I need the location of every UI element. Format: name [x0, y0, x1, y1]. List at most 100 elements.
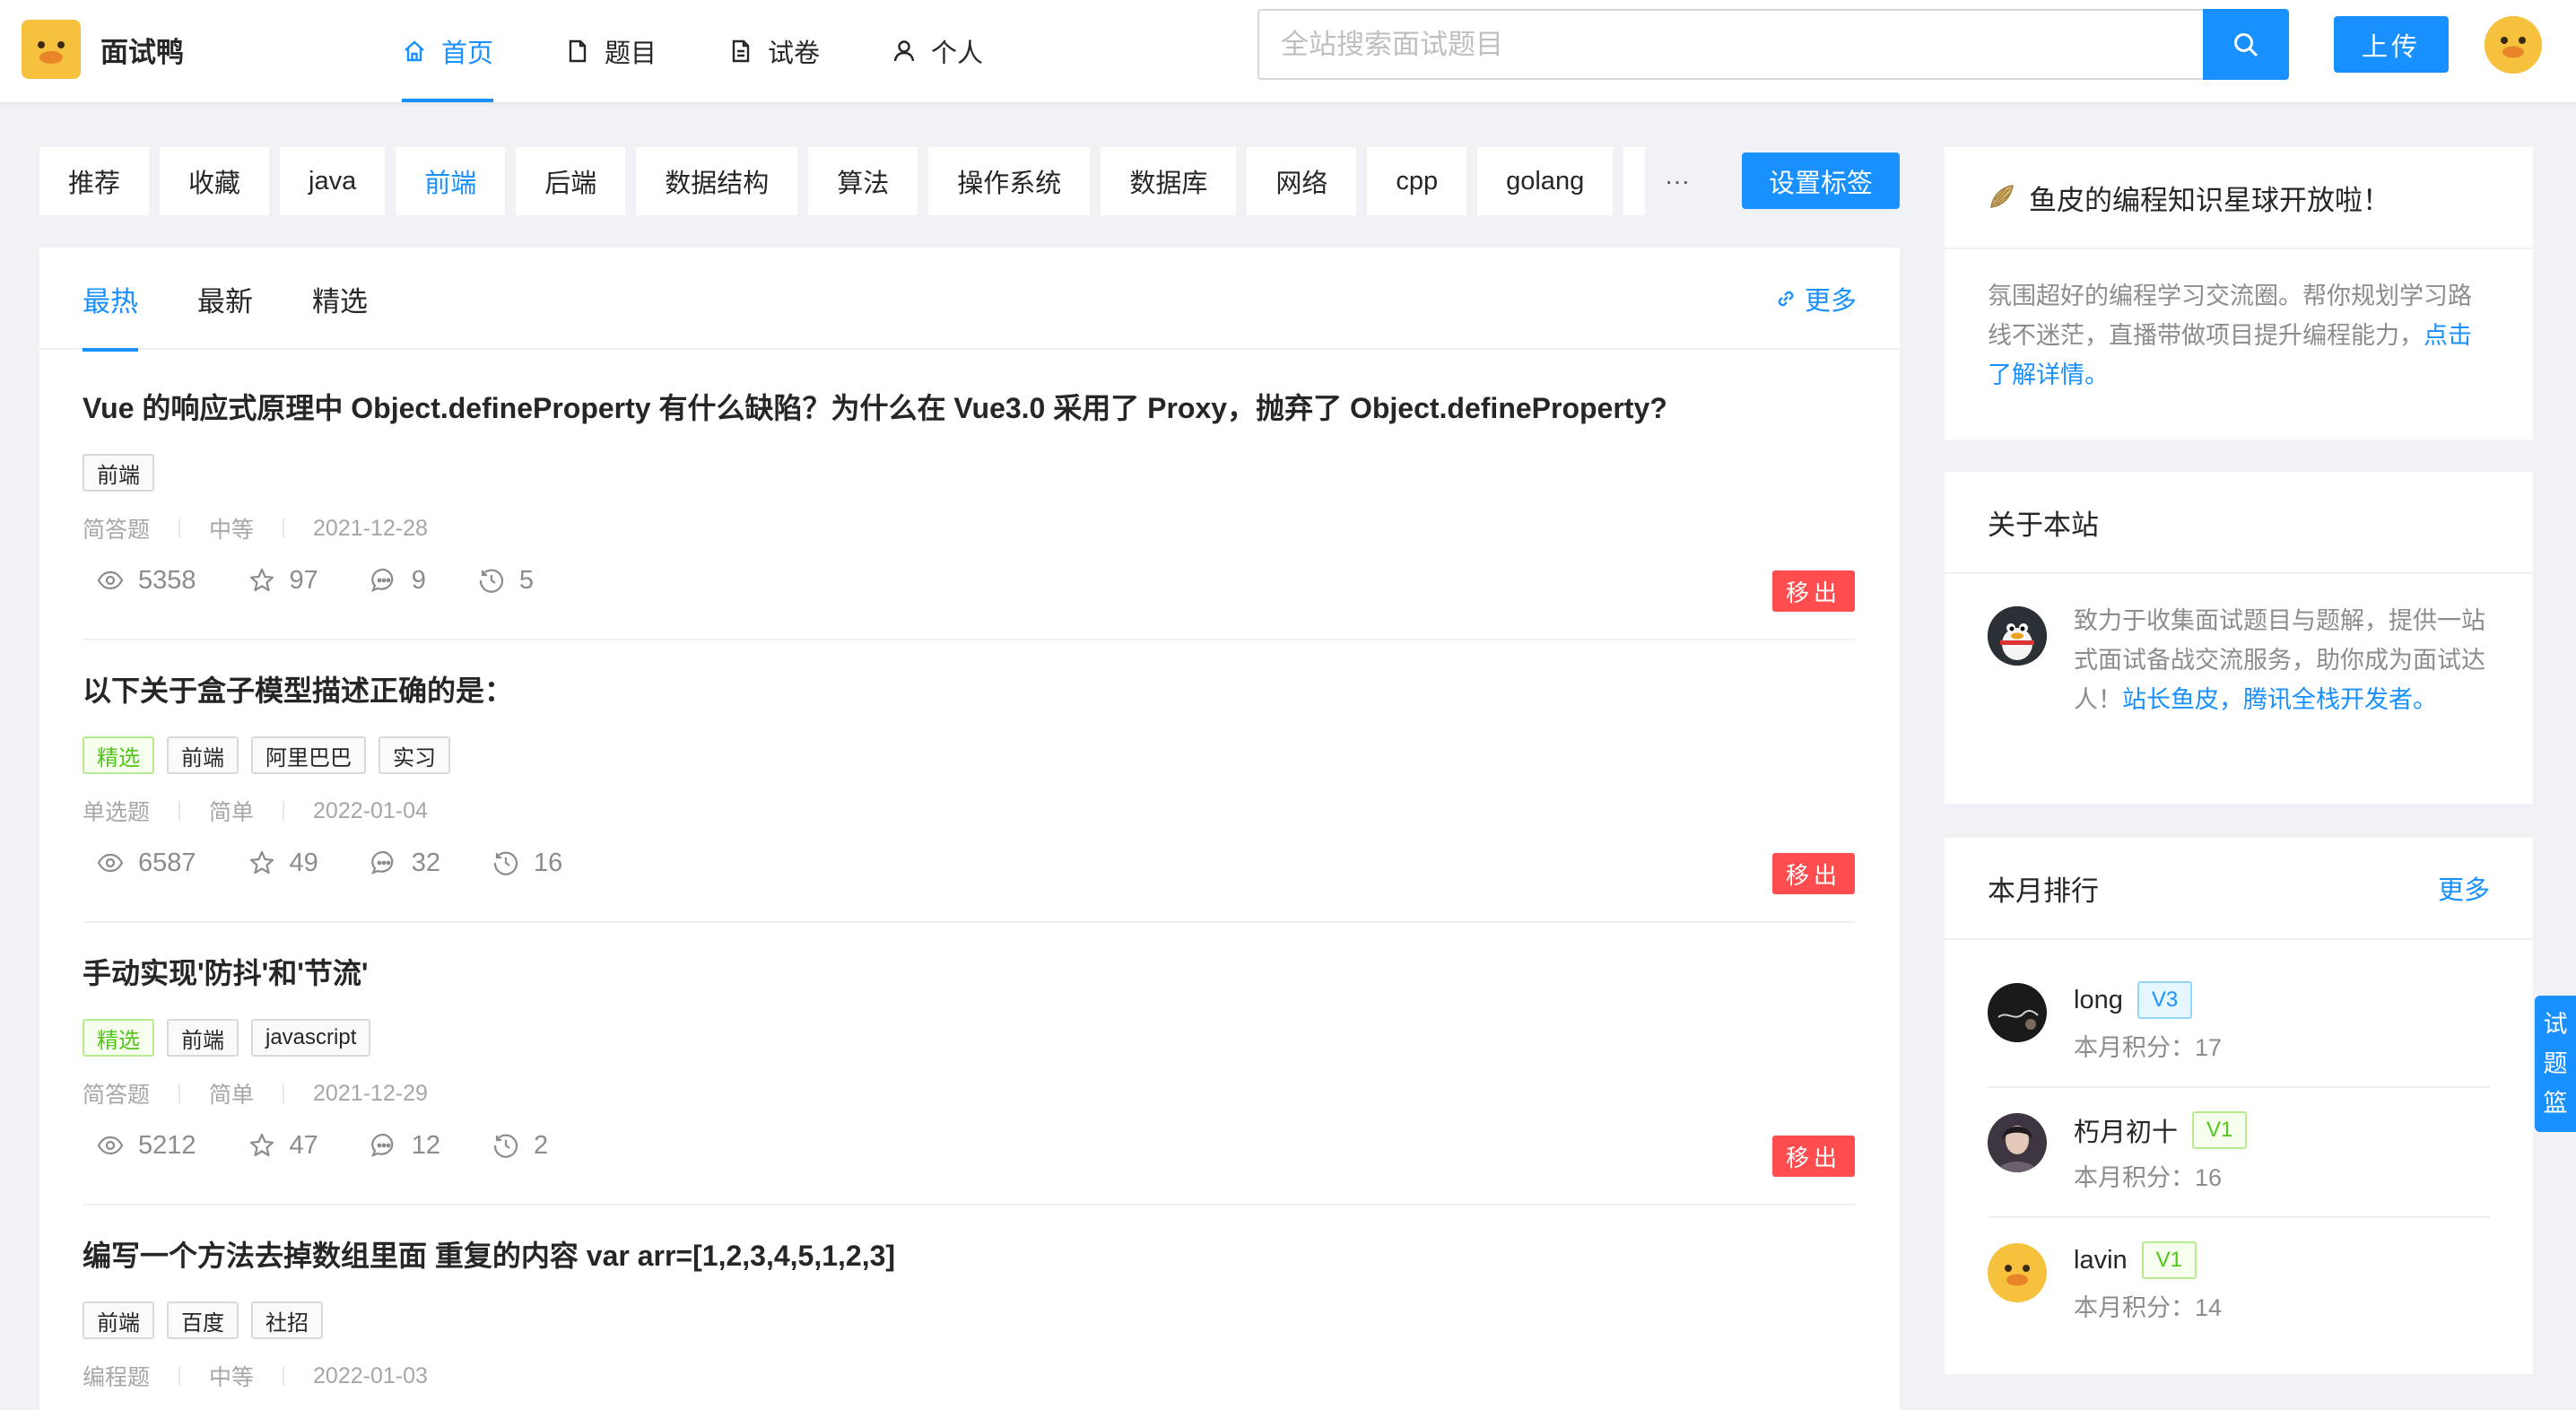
user-avatar[interactable]	[2485, 16, 2542, 74]
question-basket-button[interactable]: 试 题 篮	[2535, 996, 2576, 1132]
tag-item[interactable]: 数据库	[1101, 147, 1237, 215]
tab-hottest[interactable]: 最热	[83, 248, 138, 352]
question-tag[interactable]: 前端	[167, 736, 239, 774]
about-card: 关于本站 致力于收集面试题目与题解，提供一站式面试备战交流服务，助你成为面试达人…	[1945, 472, 2533, 804]
ranking-title: 本月排行	[1988, 875, 2099, 907]
question-item: 编写一个方法去掉数组里面 重复的内容 var arr=[1,2,3,4,5,1,…	[83, 1235, 1855, 1406]
tag-item[interactable]: 操作系统	[928, 147, 1091, 215]
comments-stat[interactable]: 12	[370, 1131, 440, 1161]
remove-button[interactable]: 移出	[1772, 570, 1855, 612]
tag-more-ellipsis[interactable]: ···	[1665, 147, 1690, 215]
ranking-item[interactable]: 朽月初十 V1 本月积分：16	[1988, 1088, 2490, 1218]
tag-item[interactable]: 后端	[516, 147, 626, 215]
top-header: 面试鸭 首页 题目 试卷 个人 上传	[0, 0, 2576, 102]
views-stat: 5358	[97, 566, 196, 596]
nav-item-home[interactable]: 首页	[377, 0, 518, 102]
favorites-stat[interactable]: 49	[248, 849, 318, 878]
comment-icon	[370, 1133, 394, 1157]
star-icon	[249, 568, 274, 592]
about-author-link[interactable]: 站长鱼皮，腾讯全栈开发者。	[2122, 686, 2437, 713]
logo[interactable]: 面试鸭	[22, 20, 184, 79]
tag-item[interactable]: 算法	[808, 147, 918, 215]
favorites-stat[interactable]: 97	[248, 566, 318, 596]
question-tag[interactable]: 阿里巴巴	[251, 736, 366, 774]
tab-newest[interactable]: 最新	[197, 248, 253, 350]
favorites-count: 97	[289, 565, 318, 595]
tag-item[interactable]: java	[280, 147, 386, 215]
comments-stat[interactable]: 32	[370, 849, 440, 878]
search-icon	[2234, 32, 2258, 57]
set-tags-button[interactable]: 设置标签	[1742, 152, 1900, 209]
tag-list: 推荐 收藏 java 前端 后端 数据结构 算法 操作系统 数据库 网络 cpp…	[39, 147, 1645, 215]
divider	[283, 1366, 285, 1386]
tag-item[interactable]: 网络	[1247, 147, 1357, 215]
ranking-username[interactable]: 朽月初十	[2074, 1111, 2178, 1149]
tag-item[interactable]: cpp	[1367, 147, 1467, 215]
ranking-item[interactable]: lavin V1 本月积分：14	[1988, 1218, 2490, 1346]
ranking-username[interactable]: long	[2074, 986, 2123, 1015]
ranking-item[interactable]: long V3 本月积分：17	[1988, 958, 2490, 1088]
remove-button[interactable]: 移出	[1772, 1136, 1855, 1177]
question-tag[interactable]: 社招	[251, 1301, 323, 1339]
question-item: 手动实现'防抖'和'节流' 精选 前端 javascript 简答题 简单 20…	[83, 953, 1855, 1205]
tag-item[interactable]: 收藏	[160, 147, 270, 215]
tag-item[interactable]: linux	[1623, 147, 1645, 215]
nav-label-papers: 试卷	[768, 39, 821, 68]
planet-text: 氛围超好的编程学习交流圈。帮你规划学习路线不迷茫，直播带做项目提升编程能力，	[1988, 283, 2472, 349]
nav-item-papers[interactable]: 试卷	[703, 0, 845, 102]
score-value: 17	[2195, 1034, 2223, 1061]
remove-button[interactable]: 移出	[1772, 853, 1855, 894]
question-tags: 精选 前端 阿里巴巴 实习	[83, 736, 1855, 774]
question-tag[interactable]: 前端	[83, 454, 154, 492]
history-count: 2	[534, 1130, 549, 1160]
ranking-info: lavin V1 本月积分：14	[2074, 1241, 2222, 1323]
featured-tag[interactable]: 精选	[83, 736, 154, 774]
history-count: 5	[518, 565, 535, 595]
question-tag[interactable]: 前端	[83, 1301, 154, 1339]
upload-button[interactable]: 上传	[2334, 16, 2449, 73]
question-tag[interactable]: javascript	[251, 1019, 371, 1057]
eye-icon	[97, 1136, 124, 1155]
nav-item-questions[interactable]: 题目	[540, 0, 682, 102]
question-tag[interactable]: 实习	[379, 736, 450, 774]
ranking-card-header: 本月排行 更多	[1945, 838, 2533, 940]
ranking-info: long V3 本月积分：17	[2074, 981, 2222, 1063]
score-value: 14	[2195, 1294, 2223, 1321]
views-stat: 6587	[97, 849, 196, 878]
nav-item-profile[interactable]: 个人	[866, 0, 1008, 102]
tag-item[interactable]: golang	[1477, 147, 1614, 215]
question-item: Vue 的响应式原理中 Object.defineProperty 有什么缺陷？…	[83, 387, 1855, 640]
ranking-username[interactable]: lavin	[2074, 1246, 2128, 1275]
question-title[interactable]: Vue 的响应式原理中 Object.defineProperty 有什么缺陷？…	[83, 387, 1855, 429]
question-title[interactable]: 手动实现'防抖'和'节流'	[83, 953, 1855, 994]
question-type: 单选题	[83, 800, 151, 825]
search-button[interactable]	[2203, 9, 2289, 80]
ranking-more-link[interactable]: 更多	[2438, 869, 2490, 907]
search-input[interactable]	[1258, 9, 2203, 80]
comments-stat[interactable]: 9	[370, 566, 426, 596]
clock-history-icon	[493, 1134, 518, 1158]
featured-tag[interactable]: 精选	[83, 1019, 154, 1057]
score-label: 本月积分：	[2074, 1034, 2195, 1061]
question-title[interactable]: 以下关于盒子模型描述正确的是：	[83, 670, 1855, 711]
more-link[interactable]: 更多	[1774, 248, 1857, 350]
tag-item-active[interactable]: 前端	[396, 147, 506, 215]
question-meta: 单选题 简单 2022-01-04	[83, 796, 1855, 826]
tag-item[interactable]: 数据结构	[636, 147, 798, 215]
duck-logo-icon	[22, 20, 81, 79]
penguin-avatar-icon	[1988, 606, 2047, 666]
question-tag[interactable]: 百度	[167, 1301, 239, 1339]
question-stats: 5358 97 9 5	[83, 560, 1855, 601]
question-tag[interactable]: 前端	[167, 1019, 239, 1057]
comment-icon	[370, 568, 394, 592]
tab-featured[interactable]: 精选	[312, 248, 368, 350]
favorites-stat[interactable]: 47	[248, 1131, 318, 1161]
question-meta: 编程题 中等 2022-01-03	[83, 1361, 1855, 1391]
question-stats: 6587 49 32 16	[83, 842, 1855, 883]
question-title[interactable]: 编写一个方法去掉数组里面 重复的内容 var arr=[1,2,3,4,5,1,…	[83, 1235, 1855, 1276]
home-icon	[405, 40, 424, 62]
tag-item[interactable]: 推荐	[39, 147, 150, 215]
user-icon	[893, 40, 915, 62]
main-nav: 首页 题目 试卷 个人	[377, 0, 1030, 102]
question-type: 简答题	[83, 1083, 151, 1108]
